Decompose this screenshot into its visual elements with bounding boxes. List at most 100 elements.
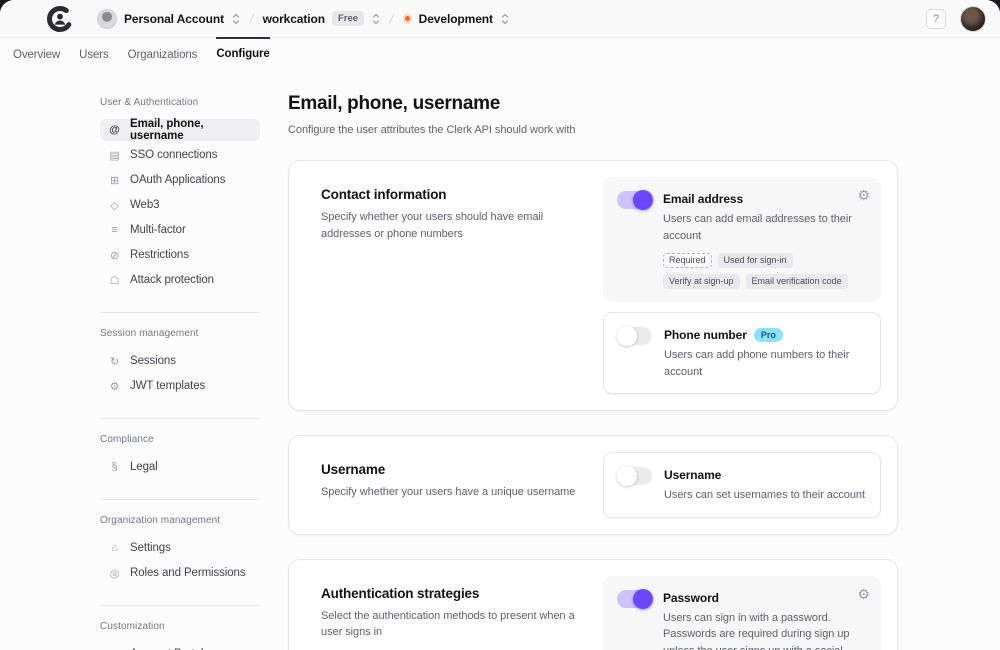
sidebar-item-label: Multi-factor bbox=[130, 224, 186, 236]
environment-name: Development bbox=[419, 12, 493, 26]
user-avatar[interactable] bbox=[960, 6, 986, 32]
password-toggle[interactable] bbox=[617, 590, 651, 608]
sidebar-item-attack-protection[interactable]: ☖ Attack protection bbox=[100, 269, 260, 291]
phone-number-panel: Phone number Pro Users can add phone num… bbox=[603, 312, 881, 394]
authentication-strategies-card: Authentication strategies Select the aut… bbox=[288, 559, 898, 650]
apps-grid-icon: ⊞ bbox=[108, 174, 121, 187]
breadcrumb-separator: / bbox=[246, 11, 257, 26]
clerk-logo-icon[interactable] bbox=[47, 6, 73, 32]
topbar-actions: ? bbox=[926, 6, 986, 32]
toggle-knob bbox=[617, 466, 637, 486]
password-panel-description: Users can sign in with a password. Passw… bbox=[663, 610, 867, 650]
toggle-knob bbox=[633, 190, 653, 210]
settings-sidebar: User & Authentication @ Email, phone, us… bbox=[100, 97, 260, 650]
username-panel-body: Username Users can set usernames to thei… bbox=[664, 466, 866, 504]
username-panel-title: Username bbox=[664, 468, 721, 482]
content-area: User & Authentication @ Email, phone, us… bbox=[0, 71, 1000, 650]
app-window: Personal Account / workcation Free / Dev… bbox=[0, 0, 1000, 650]
top-bar: Personal Account / workcation Free / Dev… bbox=[0, 0, 1000, 38]
email-settings-gear-icon[interactable]: ⚙ bbox=[857, 188, 870, 202]
toggle-knob bbox=[633, 589, 653, 609]
account-switcher[interactable]: Personal Account bbox=[97, 9, 241, 29]
tab-users[interactable]: Users bbox=[79, 38, 109, 71]
sign-in-badge: Used for sign-in bbox=[718, 253, 793, 268]
sidebar-section-user-auth: User & Authentication @ Email, phone, us… bbox=[100, 97, 260, 309]
sidebar-item-multi-factor[interactable]: ≡ Multi-factor bbox=[100, 219, 260, 241]
sidebar-item-web3[interactable]: ◇ Web3 bbox=[100, 194, 260, 216]
refresh-icon: ↻ bbox=[108, 355, 121, 368]
page-subtitle: Configure the user attributes the Clerk … bbox=[288, 124, 898, 136]
sidebar-item-label: Web3 bbox=[130, 199, 159, 211]
password-panel-body: Password Users can sign in with a passwo… bbox=[663, 589, 867, 650]
password-panel-title: Password bbox=[663, 591, 719, 605]
account-name: Personal Account bbox=[124, 12, 224, 26]
select-chevrons-icon bbox=[371, 12, 381, 26]
verify-badge: Verify at sign-up bbox=[663, 274, 740, 289]
tab-configure[interactable]: Configure bbox=[216, 37, 269, 71]
phone-number-toggle[interactable] bbox=[618, 327, 652, 345]
gear-icon: ⚙ bbox=[108, 380, 121, 393]
sidebar-item-label: Attack protection bbox=[130, 274, 214, 286]
sidebar-item-label: SSO connections bbox=[130, 149, 217, 161]
sidebar-item-roles-permissions[interactable]: ◎ Roles and Permissions bbox=[100, 562, 260, 584]
tab-overview[interactable]: Overview bbox=[13, 38, 60, 71]
verification-code-badge: Email verification code bbox=[746, 274, 848, 289]
section-label: Compliance bbox=[100, 434, 260, 445]
email-address-panel: Email address Users can add email addres… bbox=[603, 177, 881, 302]
contact-card-panels: Email address Users can add email addres… bbox=[603, 177, 881, 394]
tab-bar: Overview Users Organizations Configure bbox=[0, 38, 1000, 71]
tab-organizations[interactable]: Organizations bbox=[128, 38, 198, 71]
sidebar-item-label: Settings bbox=[130, 542, 171, 554]
help-button[interactable]: ? bbox=[926, 9, 946, 29]
pro-badge: Pro bbox=[754, 328, 783, 342]
phone-panel-description: Users can add phone numbers to their acc… bbox=[664, 347, 866, 380]
sidebar-item-sessions[interactable]: ↻ Sessions bbox=[100, 350, 260, 372]
email-badges: Required Used for sign-in Verify at sign… bbox=[663, 253, 867, 289]
sidebar-item-account-portal[interactable]: ⊡ Account Portal bbox=[100, 643, 260, 650]
contact-information-card: Contact information Specify whether your… bbox=[288, 160, 898, 411]
diamond-icon: ◇ bbox=[108, 199, 121, 212]
card-title: Username bbox=[321, 462, 579, 477]
legal-icon: § bbox=[108, 461, 121, 473]
username-card-text: Username Specify whether your users have… bbox=[305, 452, 579, 518]
lock-icon: ⊘ bbox=[108, 249, 121, 262]
sidebar-item-oauth-applications[interactable]: ⊞ OAuth Applications bbox=[100, 169, 260, 191]
auth-card-text: Authentication strategies Select the aut… bbox=[305, 576, 579, 650]
breadcrumb: Personal Account / workcation Free / Dev… bbox=[97, 9, 510, 29]
username-toggle[interactable] bbox=[618, 467, 652, 485]
sidebar-item-email-phone-username[interactable]: @ Email, phone, username bbox=[100, 119, 260, 141]
sidebar-item-label: Restrictions bbox=[130, 249, 189, 261]
card-title: Contact information bbox=[321, 187, 579, 202]
project-switcher[interactable]: workcation Free bbox=[263, 11, 381, 26]
sidebar-item-legal[interactable]: § Legal bbox=[100, 456, 260, 478]
layers-icon: ≡ bbox=[108, 224, 121, 236]
phone-panel-title: Phone number bbox=[664, 328, 747, 342]
password-settings-gear-icon[interactable]: ⚙ bbox=[857, 587, 870, 601]
select-chevrons-icon bbox=[500, 12, 510, 26]
section-label: Session management bbox=[100, 328, 260, 339]
sidebar-item-label: OAuth Applications bbox=[130, 174, 225, 186]
email-panel-description: Users can add email addresses to their a… bbox=[663, 211, 867, 244]
id-card-icon: ▤ bbox=[108, 149, 121, 162]
sidebar-section-organization: Organization management ⌂ Settings ◎ Rol… bbox=[100, 499, 260, 602]
email-address-toggle[interactable] bbox=[617, 191, 651, 209]
sidebar-item-restrictions[interactable]: ⊘ Restrictions bbox=[100, 244, 260, 266]
email-panel-title: Email address bbox=[663, 192, 743, 206]
sidebar-item-label: Legal bbox=[130, 461, 158, 473]
email-panel-body: Email address Users can add email addres… bbox=[663, 190, 867, 289]
plan-badge: Free bbox=[332, 11, 364, 26]
sidebar-section-compliance: Compliance § Legal bbox=[100, 418, 260, 496]
account-avatar bbox=[97, 9, 117, 29]
password-panel: Password Users can sign in with a passwo… bbox=[603, 576, 881, 650]
sidebar-item-jwt-templates[interactable]: ⚙ JWT templates bbox=[100, 375, 260, 397]
sidebar-item-org-settings[interactable]: ⌂ Settings bbox=[100, 537, 260, 559]
environment-switcher[interactable]: Development bbox=[403, 12, 510, 26]
building-icon: ⌂ bbox=[108, 542, 121, 554]
section-label: Organization management bbox=[100, 515, 260, 526]
username-panel-description: Users can set usernames to their account bbox=[664, 487, 866, 504]
phone-panel-body: Phone number Pro Users can add phone num… bbox=[664, 326, 866, 380]
main-panel: Email, phone, username Configure the use… bbox=[288, 93, 898, 650]
roles-icon: ◎ bbox=[108, 567, 121, 580]
sidebar-item-sso-connections[interactable]: ▤ SSO connections bbox=[100, 144, 260, 166]
toggle-knob bbox=[617, 326, 637, 346]
